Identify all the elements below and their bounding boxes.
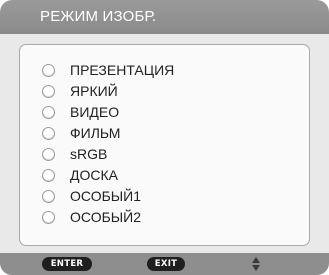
radio-button[interactable]	[42, 127, 55, 140]
radio-button[interactable]	[42, 85, 55, 98]
radio-button[interactable]	[42, 106, 55, 119]
radio-button[interactable]	[42, 148, 55, 161]
option-label: ДОСКА	[70, 167, 118, 183]
option-label: ОСОБЫЙ1	[70, 188, 142, 204]
option-label: ВИДЕО	[70, 104, 120, 120]
option-movie[interactable]: ФИЛЬМ	[42, 125, 282, 145]
option-label: ПРЕЗЕНТАЦИЯ	[70, 62, 175, 78]
option-user1[interactable]: ОСОБЫЙ1	[42, 188, 282, 208]
option-srgb[interactable]: sRGB	[42, 146, 282, 166]
radio-button[interactable]	[42, 64, 55, 77]
up-down-arrows-icon	[252, 257, 260, 271]
radio-button[interactable]	[42, 169, 55, 182]
option-video[interactable]: ВИДЕО	[42, 104, 282, 124]
footer-bar: ENTER EXIT	[0, 253, 329, 275]
option-label: sRGB	[70, 146, 108, 162]
option-label: ФИЛЬМ	[70, 125, 121, 141]
option-board[interactable]: ДОСКА	[42, 167, 282, 187]
osd-menu-window: РЕЖИМ ИЗОБР. ПРЕЗЕНТАЦИЯ ЯРКИЙ ВИДЕО ФИЛ…	[0, 0, 329, 275]
option-label: ОСОБЫЙ2	[70, 209, 142, 225]
radio-button[interactable]	[42, 211, 55, 224]
option-bright[interactable]: ЯРКИЙ	[42, 83, 282, 103]
option-user2[interactable]: ОСОБЫЙ2	[42, 209, 282, 229]
radio-button[interactable]	[42, 190, 55, 203]
option-label: ЯРКИЙ	[70, 83, 118, 99]
option-presentation[interactable]: ПРЕЗЕНТАЦИЯ	[42, 62, 282, 82]
exit-key[interactable]: EXIT	[147, 257, 185, 271]
title-bar: РЕЖИМ ИЗОБР.	[0, 0, 329, 34]
menu-title: РЕЖИМ ИЗОБР.	[40, 8, 157, 25]
enter-key[interactable]: ENTER	[42, 257, 92, 271]
options-panel: ПРЕЗЕНТАЦИЯ ЯРКИЙ ВИДЕО ФИЛЬМ sRGB ДОСКА…	[19, 44, 310, 246]
